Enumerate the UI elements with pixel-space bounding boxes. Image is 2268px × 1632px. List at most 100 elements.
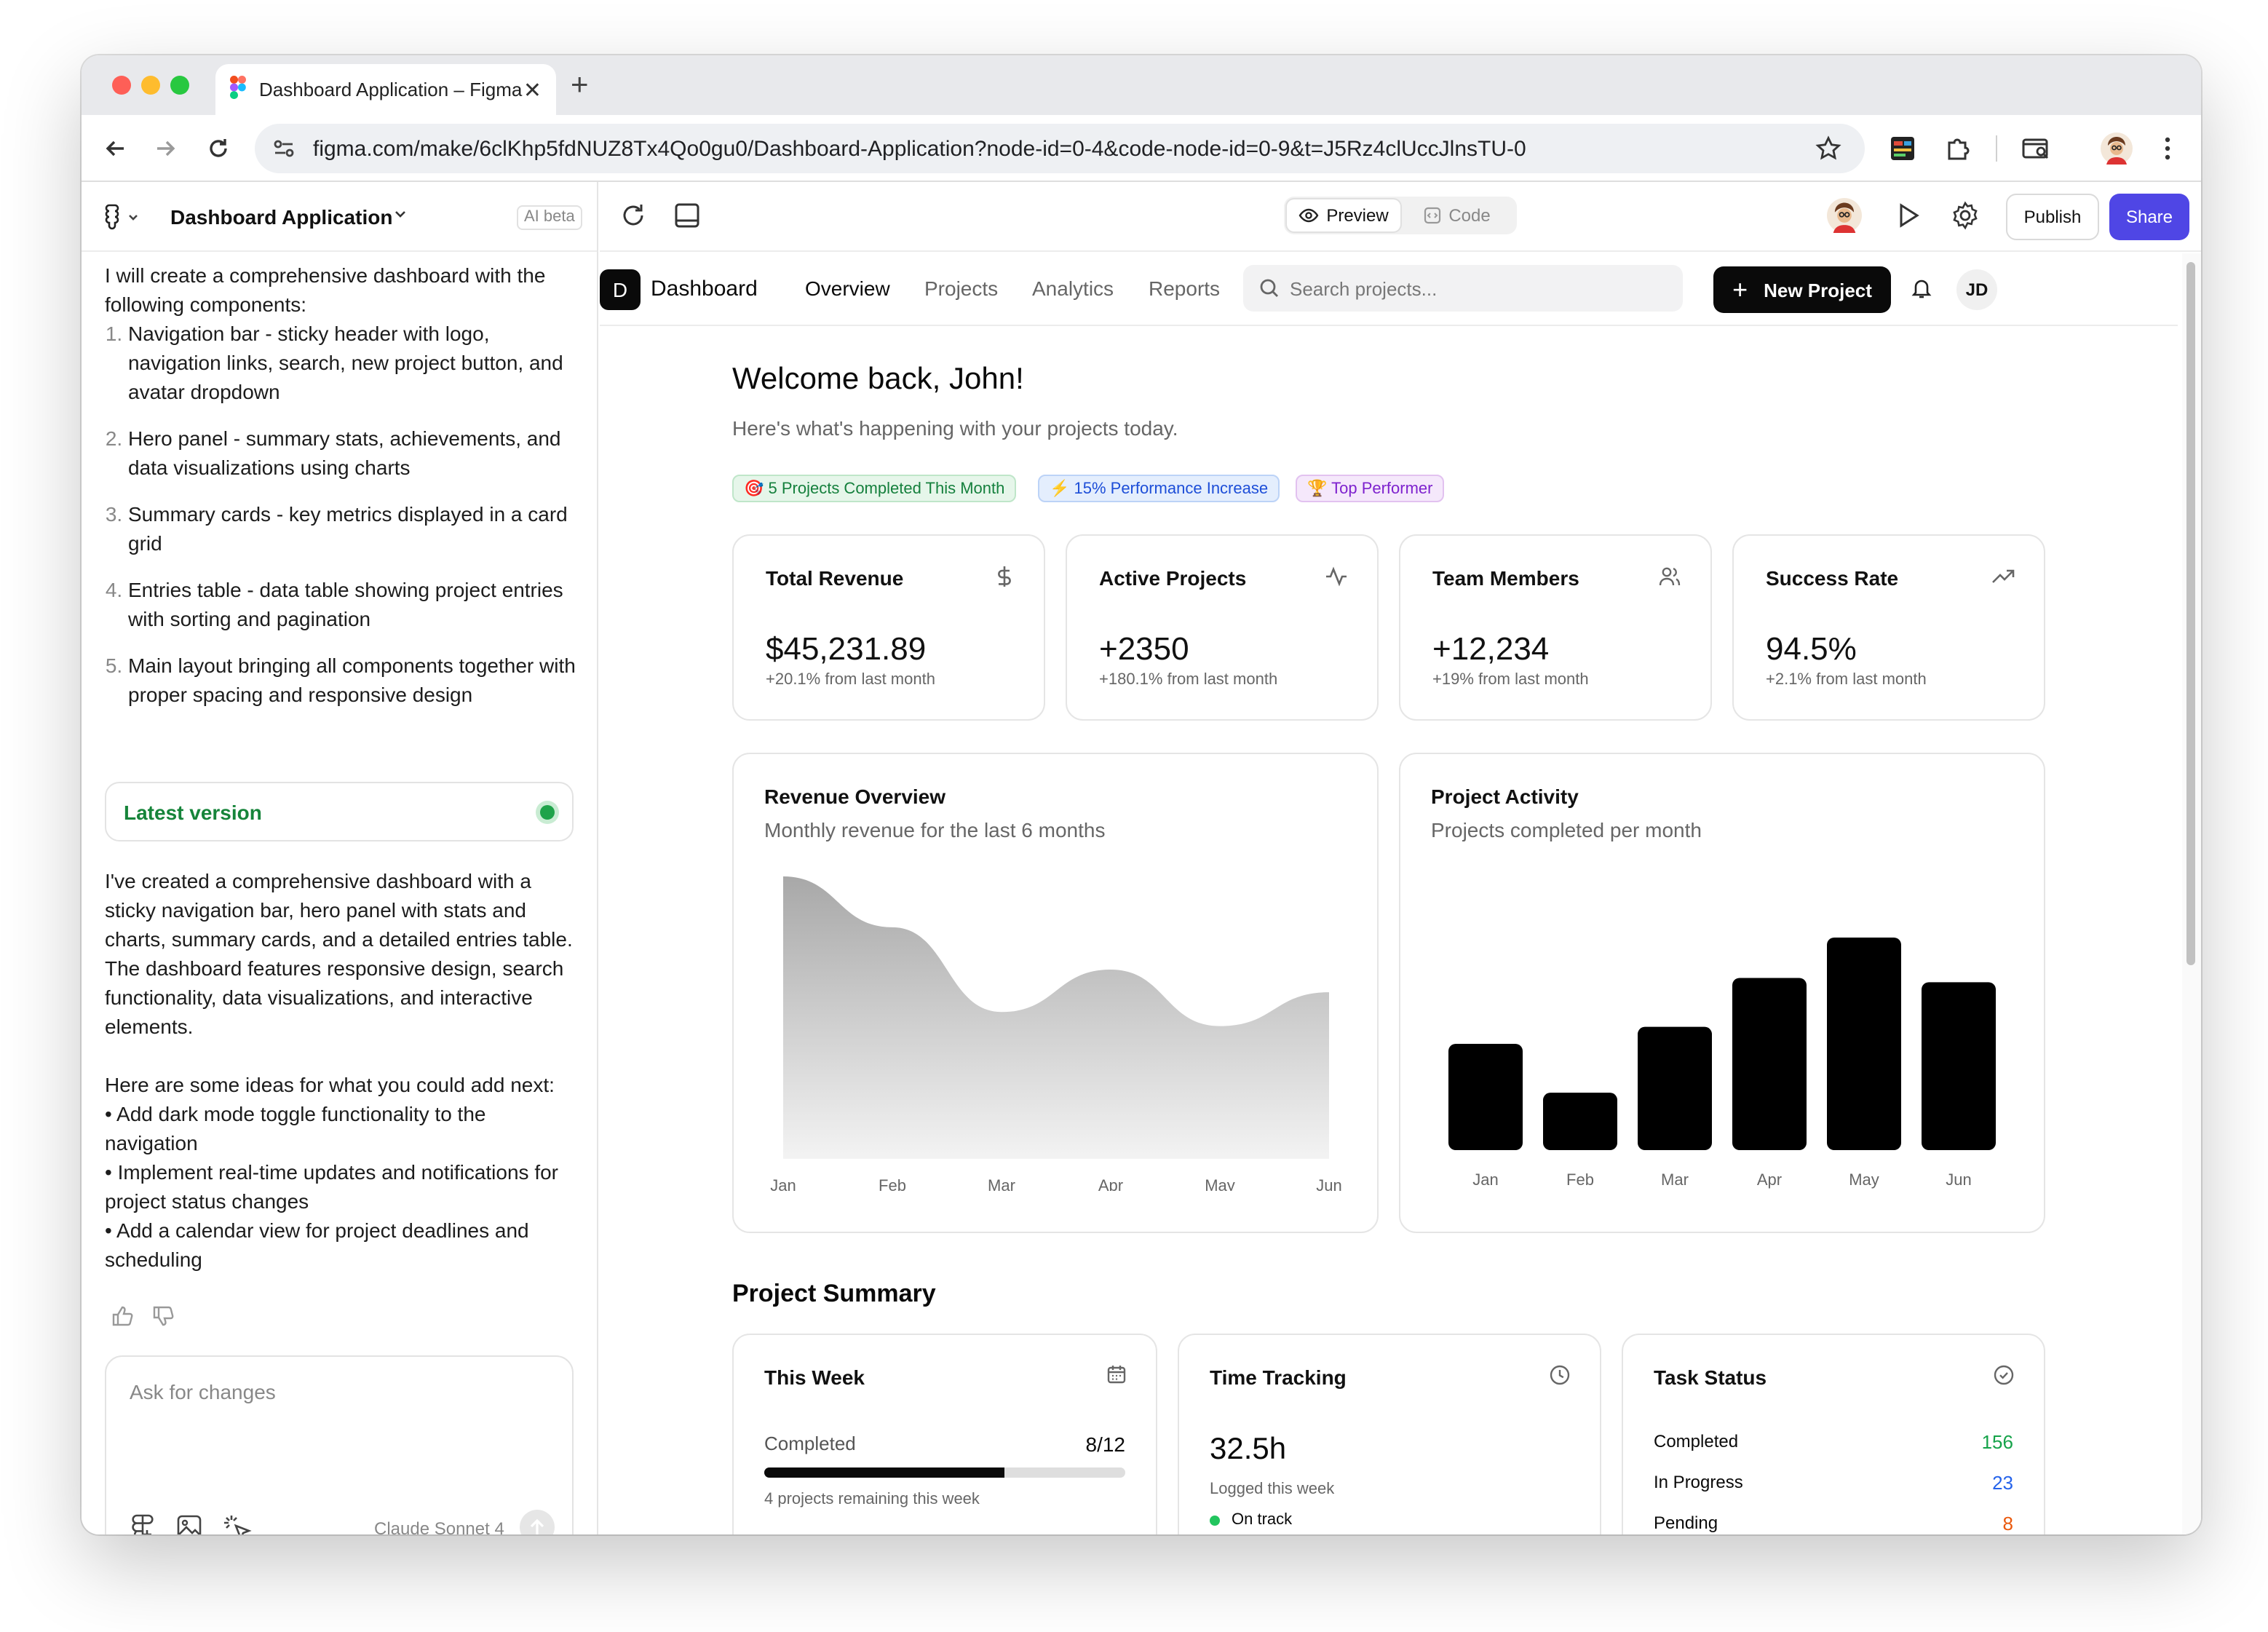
- model-selector[interactable]: Claude Sonnet 4: [374, 1518, 504, 1534]
- stat-card-success-rate: Success Rate 94.5% +2.1% from last month: [1732, 534, 2045, 721]
- image-upload-icon[interactable]: [176, 1514, 202, 1534]
- scrollbar-track[interactable]: [2182, 253, 2201, 1534]
- chat-panel-header: Dashboard Application AI beta: [82, 182, 597, 252]
- ideas-intro: Here are some ideas for what you could a…: [105, 1073, 555, 1096]
- figma-menu-icon[interactable]: [105, 204, 140, 230]
- reload-icon[interactable]: [202, 132, 234, 165]
- eye-icon: [1298, 208, 1319, 223]
- thumbs-down-icon[interactable]: [151, 1304, 175, 1328]
- prompt-box[interactable]: Ask for changes Claude Sonnet 4: [105, 1355, 574, 1534]
- x-tick-label: Apr: [1098, 1176, 1123, 1191]
- panel-layout-icon[interactable]: [674, 202, 700, 229]
- chat-intro: I will create a comprehensive dashboard …: [105, 264, 546, 316]
- stat-value: 94.5%: [1766, 630, 1857, 667]
- revenue-overview-card: Revenue Overview Monthly revenue for the…: [732, 753, 1379, 1233]
- stat-card-total-revenue: Total Revenue $45,231.89 +20.1% from las…: [732, 534, 1045, 721]
- share-button[interactable]: Share: [2109, 194, 2189, 240]
- stat-card-active-projects: Active Projects +2350 +180.1% from last …: [1066, 534, 1379, 721]
- list-item: • Add a calendar view for project deadli…: [105, 1219, 529, 1271]
- list-item: • Add dark mode toggle functionality to …: [105, 1102, 486, 1154]
- nav-overview[interactable]: Overview: [805, 277, 890, 300]
- profile-avatar-icon[interactable]: [2099, 131, 2134, 166]
- close-window-button[interactable]: [112, 76, 131, 95]
- browser-menu-icon[interactable]: [2153, 132, 2182, 165]
- extension-icon[interactable]: [1888, 134, 1917, 163]
- tab-preview-label: Preview: [1326, 205, 1389, 226]
- chevron-down-icon[interactable]: [393, 207, 408, 221]
- close-tab-icon[interactable]: ✕: [523, 76, 542, 103]
- maximize-window-button[interactable]: [170, 76, 189, 95]
- x-tick-label: Jan: [1472, 1170, 1498, 1189]
- notification-bell-icon[interactable]: [1910, 277, 1933, 300]
- latest-version-card[interactable]: Latest version: [105, 782, 574, 841]
- browser-tab[interactable]: Dashboard Application – Figma ✕: [215, 64, 556, 115]
- send-button[interactable]: [520, 1510, 555, 1534]
- progress-label: Completed: [764, 1433, 856, 1454]
- tab-code[interactable]: Code: [1400, 199, 1514, 231]
- progress-fill: [764, 1467, 1005, 1478]
- extensions-puzzle-icon[interactable]: [1942, 132, 1974, 165]
- list-item: Entries table - data table showing proje…: [128, 575, 579, 633]
- bar: [1922, 982, 1996, 1150]
- play-icon[interactable]: [1897, 202, 1920, 229]
- progress-value: 8/12: [1085, 1433, 1126, 1456]
- search-placeholder: Search projects...: [1290, 277, 1438, 299]
- nav-projects[interactable]: Projects: [924, 277, 998, 300]
- address-bar[interactable]: figma.com/make/6clKhp5fdNUZ8Tx4Qo0gu0/Da…: [255, 124, 1865, 173]
- bar: [1827, 938, 1901, 1150]
- minimize-window-button[interactable]: [141, 76, 160, 95]
- stat-value: +12,234: [1432, 630, 1550, 667]
- stat-change: +2.1% from last month: [1766, 671, 1927, 689]
- x-tick-label: Feb: [1566, 1170, 1594, 1189]
- activity-icon: [1325, 565, 1348, 595]
- site-settings-icon[interactable]: [272, 137, 296, 160]
- thumbs-up-icon[interactable]: [111, 1304, 134, 1328]
- tab-preview[interactable]: Preview: [1287, 199, 1400, 231]
- figma-logo-icon: [230, 76, 246, 103]
- user-avatar[interactable]: JD: [1956, 269, 1997, 310]
- forward-icon[interactable]: [150, 132, 182, 165]
- publish-button[interactable]: Publish: [2006, 194, 2099, 240]
- page-subtitle: Here's what's happening with your projec…: [732, 416, 1178, 440]
- time-label: Logged this week: [1210, 1481, 1335, 1498]
- refresh-preview-icon[interactable]: [620, 202, 646, 229]
- trending-up-icon: [1991, 565, 2015, 595]
- x-tick-label: Feb: [879, 1176, 906, 1191]
- browser-toolbar: figma.com/make/6clKhp5fdNUZ8Tx4Qo0gu0/Da…: [82, 115, 2201, 182]
- bar: [1732, 978, 1807, 1150]
- chat-thread: I will create a comprehensive dashboard …: [105, 261, 579, 726]
- x-tick-label: May: [1849, 1170, 1879, 1189]
- back-icon[interactable]: [99, 132, 131, 165]
- project-title[interactable]: Dashboard Application: [170, 205, 392, 229]
- scrollbar-thumb[interactable]: [2186, 262, 2195, 965]
- list-item: Navigation bar - sticky header with logo…: [128, 319, 579, 406]
- tab-search-icon[interactable]: [2019, 132, 2054, 165]
- task-status-count: 8: [2002, 1513, 2013, 1534]
- stat-value: $45,231.89: [766, 630, 927, 667]
- dashboard-brand[interactable]: Dashboard: [651, 277, 758, 301]
- search-input[interactable]: Search projects...: [1243, 265, 1683, 312]
- point-and-edit-icon[interactable]: [223, 1514, 252, 1534]
- prompt-input[interactable]: Ask for changes: [130, 1380, 276, 1403]
- bookmark-star-icon[interactable]: [1815, 135, 1841, 162]
- stat-card-team-members: Team Members +12,234 +19% from last mont…: [1399, 534, 1712, 721]
- figma-component-icon[interactable]: [130, 1514, 156, 1534]
- bar: [1638, 1026, 1712, 1150]
- new-tab-button[interactable]: +: [571, 67, 589, 105]
- nav-analytics[interactable]: Analytics: [1032, 277, 1114, 300]
- url-text: figma.com/make/6clKhp5fdNUZ8Tx4Qo0gu0/Da…: [313, 136, 1526, 161]
- dashboard-logo[interactable]: D: [600, 269, 641, 310]
- x-tick-label: Jun: [1316, 1176, 1341, 1191]
- new-project-button[interactable]: + New Project: [1713, 266, 1891, 313]
- section-title: Project Summary: [732, 1280, 936, 1307]
- bar: [1448, 1044, 1523, 1150]
- settings-gear-icon[interactable]: [1951, 201, 1980, 230]
- page-title: Welcome back, John!: [732, 363, 1024, 396]
- achievement-badge: 🎯 5 Projects Completed This Month: [732, 475, 1017, 502]
- stat-title: Success Rate: [1766, 566, 1899, 590]
- new-project-label: New Project: [1764, 279, 1872, 301]
- nav-reports[interactable]: Reports: [1149, 277, 1220, 300]
- chat-response: I've created a comprehensive dashboard w…: [105, 866, 579, 1274]
- collaborator-avatar[interactable]: [1827, 198, 1862, 233]
- status-indicator: On track: [1210, 1511, 1292, 1529]
